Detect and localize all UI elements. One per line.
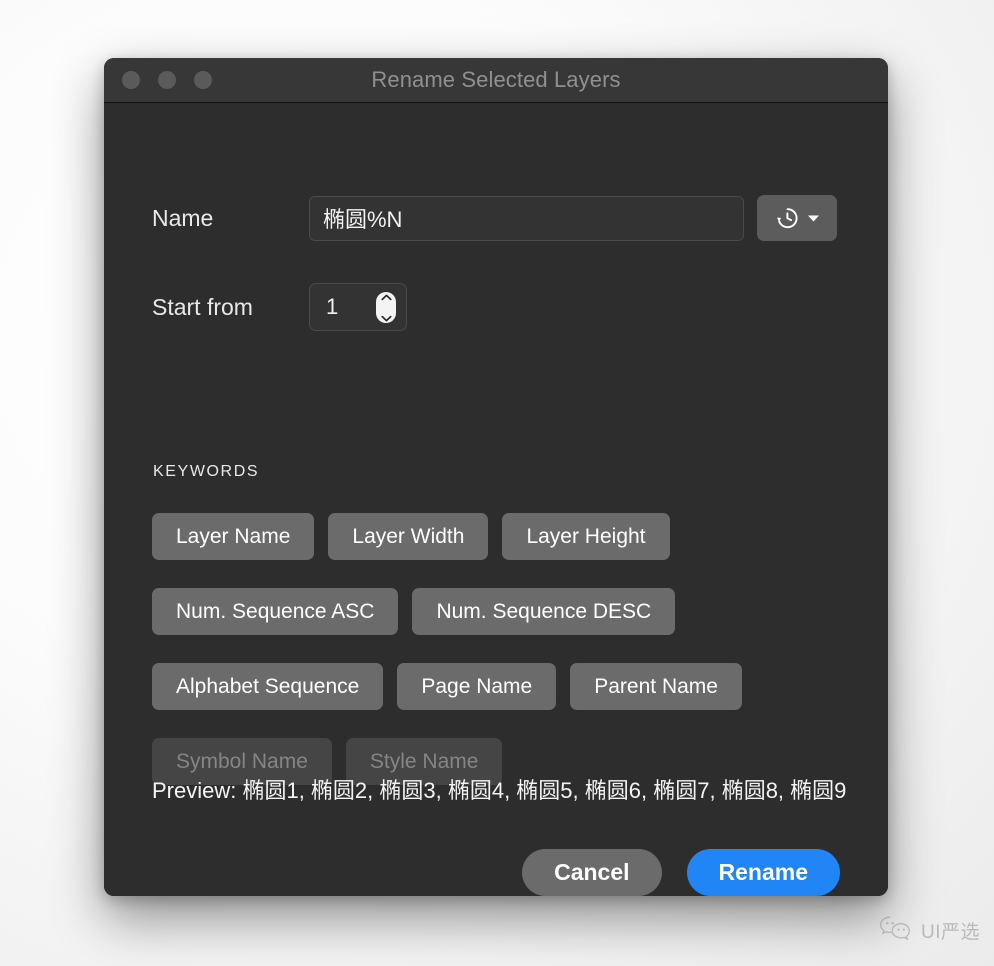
rename-button[interactable]: Rename [686, 849, 840, 896]
watermark: UI严选 [879, 915, 980, 946]
stepper-arrows[interactable] [376, 291, 396, 323]
close-button[interactable] [122, 71, 140, 89]
wechat-logo-icon [879, 915, 913, 946]
preview-text: Preview: 椭圆1, 椭圆2, 椭圆3, 椭圆4, 椭圆5, 椭圆6, 椭… [152, 778, 847, 803]
keyword-button-layer-name[interactable]: Layer Name [152, 513, 315, 560]
keyword-button-alphabet-sequence[interactable]: Alphabet Sequence [152, 663, 384, 710]
name-row: Name [152, 195, 837, 241]
zoom-button[interactable] [194, 71, 212, 89]
keyword-button-parent-name[interactable]: Parent Name [570, 663, 742, 710]
dialog-footer: Cancel Rename [522, 849, 840, 896]
start-from-stepper[interactable]: 1 [309, 283, 407, 331]
history-clock-icon [774, 205, 800, 231]
keyword-button-page-name[interactable]: Page Name [397, 663, 557, 710]
cancel-button[interactable]: Cancel [522, 849, 662, 896]
window-titlebar[interactable]: Rename Selected Layers [104, 58, 888, 103]
chevron-up-icon[interactable] [380, 288, 392, 306]
name-history-button[interactable] [757, 195, 837, 241]
start-from-value[interactable]: 1 [310, 294, 376, 320]
dialog-body: Name Start from [104, 103, 888, 896]
keywords-button-grid: Layer Name Layer Width Layer Height Num.… [152, 513, 842, 785]
keyword-button-layer-height[interactable]: Layer Height [502, 513, 670, 560]
keywords-section-title: KEYWORDS [153, 463, 260, 480]
keyword-button-num-sequence-asc[interactable]: Num. Sequence ASC [152, 588, 399, 635]
keyword-button-layer-width[interactable]: Layer Width [328, 513, 489, 560]
window-title: Rename Selected Layers [371, 67, 621, 92]
name-input[interactable] [309, 195, 744, 241]
start-from-row: Start from 1 [152, 283, 407, 331]
chevron-down-icon[interactable] [380, 309, 392, 327]
watermark-text: UI严选 [920, 922, 980, 943]
traffic-light-group [122, 71, 212, 89]
keyword-button-num-sequence-desc[interactable]: Num. Sequence DESC [412, 588, 676, 635]
start-from-label: Start from [152, 293, 253, 320]
chevron-down-icon [807, 214, 820, 223]
name-label: Name [152, 204, 214, 231]
minimize-button[interactable] [158, 71, 176, 89]
rename-dialog-window: Rename Selected Layers Name 椭圆%N Start f… [104, 58, 888, 896]
